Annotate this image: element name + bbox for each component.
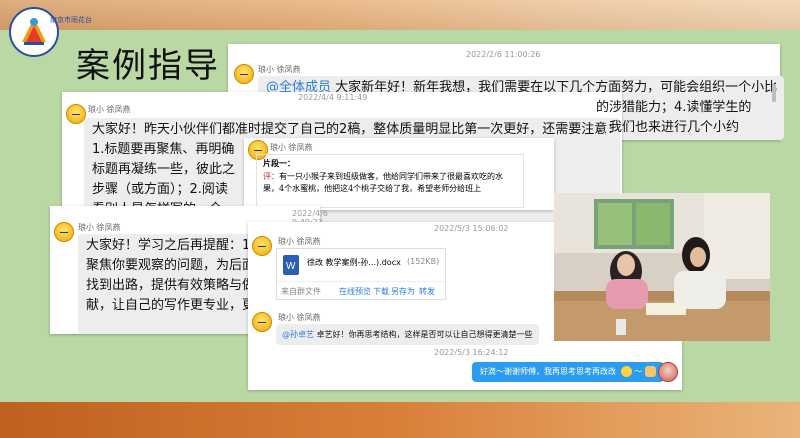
download-link[interactable]: 下载 (373, 286, 389, 297)
file-size: (152KB) (407, 257, 440, 266)
preview-link[interactable]: 在线预览 (339, 286, 371, 297)
svg-text:W: W (286, 261, 296, 272)
scrollbar[interactable] (772, 84, 776, 102)
avatar (252, 312, 272, 332)
avatar (234, 64, 254, 84)
smile-emoji-icon (620, 366, 632, 377)
hand-emoji-icon (644, 366, 656, 377)
save-as-link[interactable]: 另存为 (391, 286, 415, 297)
top-banner (0, 0, 800, 30)
message-line: 。我们也来进行几个小约 (596, 120, 740, 135)
logo-text: 南京市雨花台区梅山小学 (50, 15, 92, 24)
sender-name: 琅小 徐凤燕 (278, 237, 321, 246)
sender-name: 琅小 徐凤燕 (78, 223, 121, 232)
self-message-bubble: 好滴～谢谢师傅，我再思考思考再改改 ～ (472, 362, 664, 382)
mention-user[interactable]: @孙卓艺 (282, 330, 314, 339)
excerpt-body: 有一只小猴子来到班级做客，他给同学们带来了很最喜欢吃的水果，4个水蜜桃，他把这4… (263, 172, 503, 193)
avatar (54, 222, 74, 242)
file-name: 徐改 教学案例-孙...).docx (307, 258, 401, 267)
excerpt-heading: 片段一： (263, 159, 295, 168)
mentoring-photo (554, 193, 770, 341)
sender-name: 琅小 徐凤燕 (270, 143, 313, 152)
self-message-text: 好滴～谢谢师傅，我再思考思考再改改 (480, 367, 616, 376)
page-title: 案例指导 (76, 46, 220, 86)
sender-name: 琅小 徐凤燕 (258, 65, 301, 74)
reply-text: 卓艺好！你再思考结构，这样是否可以让自己想得更清楚一些 (314, 330, 533, 339)
sender-name: 琅小 徐凤燕 (278, 313, 321, 322)
tilde-separator-icon: ～ (634, 367, 643, 376)
file-source: 来自群文件 (281, 287, 321, 296)
bottom-banner (0, 402, 800, 438)
file-card[interactable]: W 徐改 教学案例-孙...).docx (152KB) 来自群文件 在线预览 … (276, 248, 446, 300)
timestamp: 2022/4/4 9:11:49 (298, 93, 368, 102)
self-avatar (658, 362, 678, 382)
reply-bubble: @孙卓艺 卓艺好！你再思考结构，这样是否可以让自己想得更清楚一些 (276, 324, 539, 345)
chat-panel-c: 琅小 徐凤燕 片段一： 评：有一只小猴子来到班级做客，他给同学们带来了很最喜欢吃… (244, 138, 554, 210)
timestamp: 2022/5/3 15:06:02 (434, 224, 509, 233)
timestamp: 2022/2/6 11:00:26 (466, 50, 541, 59)
avatar (252, 236, 272, 256)
word-doc-icon: W (283, 255, 299, 275)
document-excerpt: 片段一： 评：有一只小猴子来到班级做客，他给同学们带来了很最喜欢吃的水果，4个水… (256, 154, 524, 208)
forward-link[interactable]: 转发 (419, 286, 435, 297)
message-line: 的涉猎能力；4.读懂学生的 (596, 100, 752, 115)
comment-prefix: 评： (263, 172, 279, 181)
sender-name: 琅小 徐凤燕 (88, 105, 131, 114)
avatar (66, 104, 86, 124)
timestamp: 2022/5/3 16:24:12 (434, 348, 509, 357)
message-line: 大家好！昨天小伙伴们都准时提交了自己的2稿，整体质量明显比第一次更好，还需要注意… (92, 122, 620, 137)
